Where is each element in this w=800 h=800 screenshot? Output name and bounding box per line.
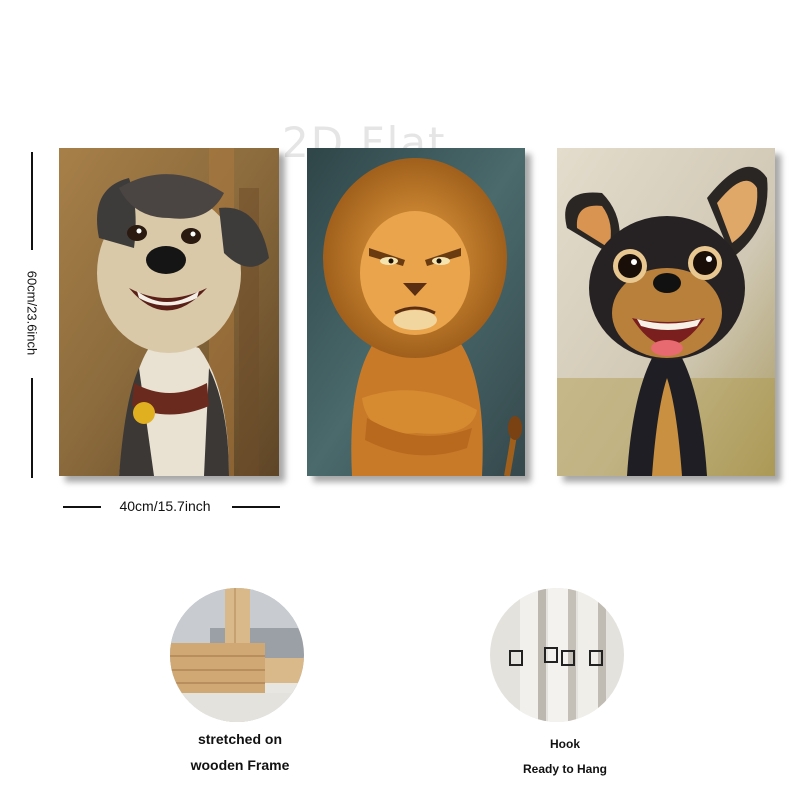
hook-photo [490, 588, 624, 722]
hook-caption-line2: Ready to Hang [522, 762, 607, 776]
width-line-left [63, 506, 101, 508]
frame-caption-line2: wooden Frame [190, 757, 290, 773]
hook-caption-line1: Hook [550, 737, 580, 751]
wooden-frame-photo [170, 588, 304, 722]
width-label: 40cm/15.7inch [119, 498, 211, 514]
lion-painting [307, 148, 525, 476]
frame-caption-line1: stretched on [197, 731, 282, 747]
height-line-top [31, 152, 33, 250]
width-line-right [232, 506, 280, 508]
height-line-bottom [31, 378, 33, 478]
dog-painting [59, 148, 279, 476]
chihuahua-painting [557, 148, 775, 476]
